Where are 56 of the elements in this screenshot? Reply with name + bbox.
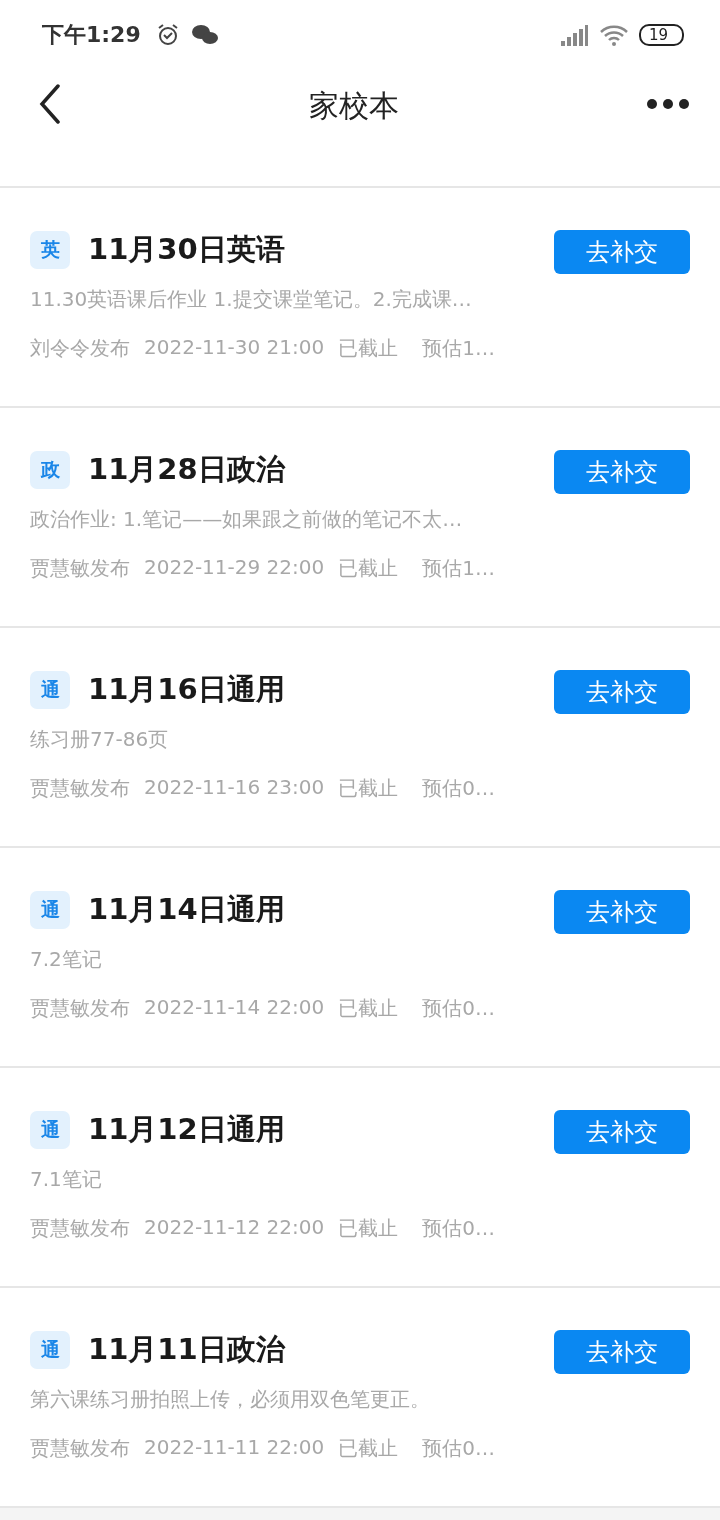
subject-badge: 通 [30,1111,70,1149]
assignment-title: 11月11日政治 [88,1331,285,1368]
assignment-title: 11月30日英语 [88,231,285,268]
publisher-text: 贾慧敏发布 [30,1435,130,1462]
submit-late-button[interactable]: 去补交 [554,670,690,714]
submit-late-button[interactable]: 去补交 [554,890,690,934]
battery-indicator: 19 [638,24,684,46]
estimate-text: 预估0… [422,995,495,1022]
chat-bubbles-icon [190,23,219,47]
assignment-description: 7.1笔记 [30,1166,103,1193]
deadline-status: 已截止 [338,555,399,582]
deadline-status: 已截止 [338,775,399,802]
assignment-description: 练习册77-86页 [30,726,170,753]
estimate-text: 预估0… [422,775,495,802]
submit-late-button[interactable]: 去补交 [554,1110,690,1154]
deadline-status: 已截止 [338,1435,399,1462]
deadline-text: 2022-11-14 22:00 [144,995,325,1021]
deadline-status: 已截止 [338,335,399,362]
back-icon[interactable] [38,84,62,124]
submit-late-button[interactable]: 去补交 [554,450,690,494]
publisher-text: 贾慧敏发布 [30,1215,130,1242]
assignment-description: 7.2笔记 [30,946,103,973]
publisher-text: 贾慧敏发布 [30,995,130,1022]
status-time: 下午1:29 [42,21,141,49]
publisher-text: 刘令令发布 [30,335,130,362]
estimate-text: 预估0… [422,1435,495,1462]
signal-icon [558,23,589,47]
subject-badge: 通 [30,671,70,709]
assignment-description: 11.30英语课后作业 1.提交课堂笔记。2.完成课… [30,286,473,313]
assignment-title: 11月16日通用 [88,671,285,708]
assignment-description: 第六课练习册拍照上传，必须用双色笔更正。 [30,1386,431,1413]
submit-late-button[interactable]: 去补交 [554,230,690,274]
estimate-text: 预估1… [422,555,495,582]
assignment-title: 11月12日通用 [88,1111,285,1148]
deadline-text: 2022-11-12 22:00 [144,1215,325,1241]
subject-badge: 英 [30,231,70,269]
subject-badge: 通 [30,891,70,929]
assignment-title: 11月14日通用 [88,891,285,928]
publisher-text: 贾慧敏发布 [30,555,130,582]
deadline-text: 2022-11-11 22:00 [144,1435,325,1461]
deadline-text: 2022-11-30 21:00 [144,335,325,361]
deadline-status: 已截止 [338,995,399,1022]
subject-badge: 通 [30,1331,70,1369]
estimate-text: 预估0… [422,1215,495,1242]
deadline-text: 2022-11-16 23:00 [144,775,325,801]
submit-late-button[interactable]: 去补交 [554,1330,690,1374]
publisher-text: 贾慧敏发布 [30,775,130,802]
estimate-text: 预估1… [422,335,495,362]
deadline-text: 2022-11-29 22:00 [144,555,325,581]
subject-badge: 政 [30,451,70,489]
assignment-title: 11月28日政治 [88,451,285,488]
more-icon[interactable] [646,98,690,110]
wifi-icon [598,23,629,47]
assignment-description: 政治作业: 1.笔记——如果跟之前做的笔记不太… [30,506,464,533]
page-title: 家校本 [308,87,400,125]
deadline-status: 已截止 [338,1215,399,1242]
